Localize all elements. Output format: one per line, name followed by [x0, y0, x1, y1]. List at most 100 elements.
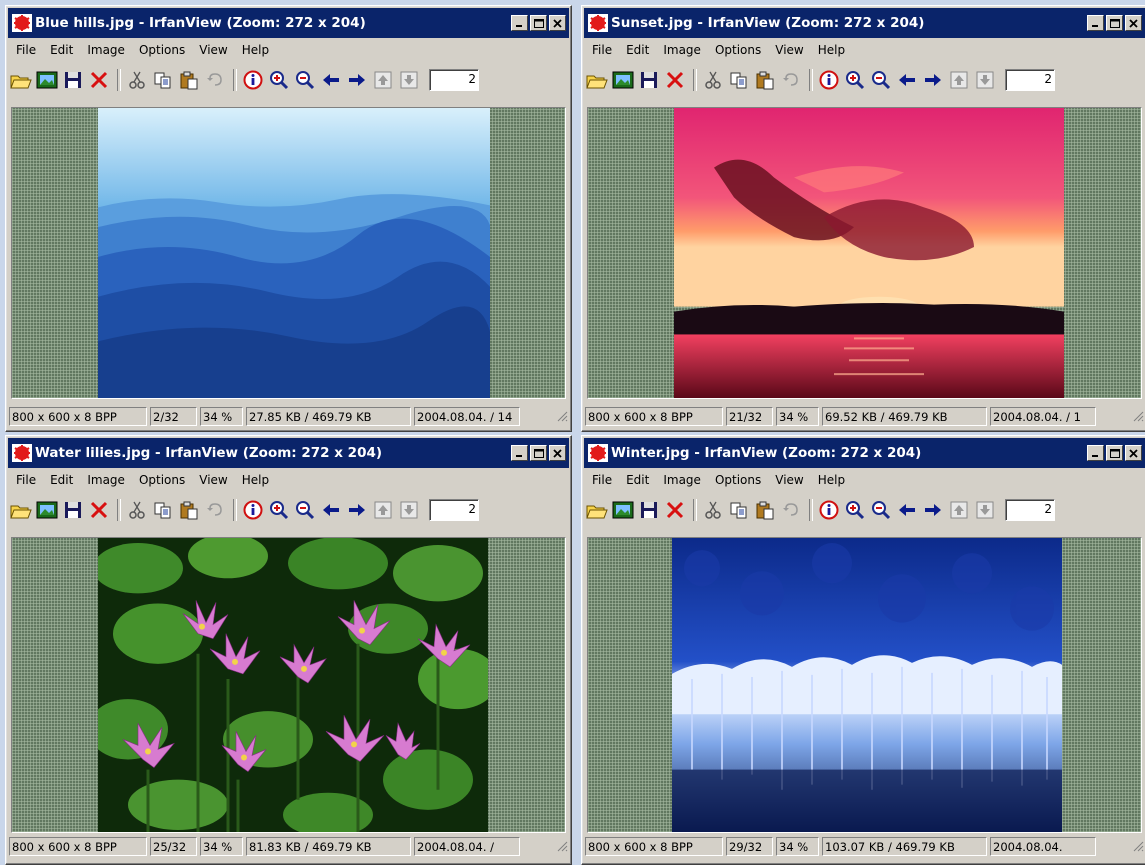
next-button[interactable]	[345, 68, 369, 92]
menu-file[interactable]: File	[9, 43, 43, 57]
menu-help[interactable]: Help	[235, 473, 276, 487]
menu-view[interactable]: View	[192, 473, 234, 487]
cut-button[interactable]	[125, 68, 149, 92]
copy-button[interactable]	[727, 498, 751, 522]
open-button[interactable]	[9, 68, 33, 92]
irfanview-app-icon[interactable]	[587, 12, 609, 34]
save-button[interactable]	[61, 68, 85, 92]
copy-button[interactable]	[151, 498, 175, 522]
delete-button[interactable]	[87, 68, 111, 92]
last-file-button[interactable]	[973, 498, 997, 522]
undo-button[interactable]	[779, 498, 803, 522]
info-button[interactable]	[241, 68, 265, 92]
page-number-field[interactable]: 2	[429, 499, 479, 521]
zoom-out-button[interactable]	[293, 68, 317, 92]
open-button[interactable]	[585, 68, 609, 92]
irfanview-app-icon[interactable]	[11, 12, 33, 34]
minimize-button[interactable]	[511, 445, 528, 461]
irfanview-app-icon[interactable]	[11, 442, 33, 464]
title-bar[interactable]: Water lilies.jpg - IrfanView (Zoom: 272 …	[8, 438, 569, 468]
previous-button[interactable]	[319, 68, 343, 92]
undo-button[interactable]	[779, 68, 803, 92]
menu-file[interactable]: File	[585, 43, 619, 57]
menu-options[interactable]: Options	[708, 43, 768, 57]
close-button[interactable]	[1125, 445, 1142, 461]
first-file-button[interactable]	[947, 68, 971, 92]
close-button[interactable]	[1125, 15, 1142, 31]
copy-button[interactable]	[727, 68, 751, 92]
menu-file[interactable]: File	[9, 473, 43, 487]
zoom-out-button[interactable]	[869, 68, 893, 92]
menu-image[interactable]: Image	[656, 43, 708, 57]
page-number-field[interactable]: 2	[429, 69, 479, 91]
zoom-in-button[interactable]	[267, 68, 291, 92]
menu-view[interactable]: View	[768, 473, 810, 487]
menu-help[interactable]: Help	[811, 473, 852, 487]
paste-button[interactable]	[177, 68, 201, 92]
paste-button[interactable]	[177, 498, 201, 522]
first-file-button[interactable]	[371, 68, 395, 92]
maximize-button[interactable]	[530, 15, 547, 31]
image-viewport[interactable]	[587, 107, 1142, 399]
next-button[interactable]	[345, 498, 369, 522]
irfanview-app-icon[interactable]	[587, 442, 609, 464]
zoom-in-button[interactable]	[843, 68, 867, 92]
next-button[interactable]	[921, 498, 945, 522]
last-file-button[interactable]	[397, 498, 421, 522]
irfanview-window-water-lilies[interactable]: Water lilies.jpg - IrfanView (Zoom: 272 …	[5, 435, 572, 865]
resize-grip-icon[interactable]	[1132, 410, 1144, 422]
last-file-button[interactable]	[397, 68, 421, 92]
irfanview-window-winter[interactable]: Winter.jpg - IrfanView (Zoom: 272 x 204)…	[581, 435, 1145, 865]
previous-button[interactable]	[319, 498, 343, 522]
resize-grip-icon[interactable]	[556, 410, 568, 422]
menu-help[interactable]: Help	[811, 43, 852, 57]
close-button[interactable]	[549, 15, 566, 31]
minimize-button[interactable]	[511, 15, 528, 31]
menu-options[interactable]: Options	[132, 473, 192, 487]
cut-button[interactable]	[701, 498, 725, 522]
delete-button[interactable]	[87, 498, 111, 522]
title-bar[interactable]: Winter.jpg - IrfanView (Zoom: 272 x 204)	[584, 438, 1145, 468]
info-button[interactable]	[817, 68, 841, 92]
slideshow-button[interactable]	[35, 498, 59, 522]
irfanview-window-sunset[interactable]: Sunset.jpg - IrfanView (Zoom: 272 x 204)…	[581, 5, 1145, 432]
maximize-button[interactable]	[1106, 15, 1123, 31]
open-button[interactable]	[585, 498, 609, 522]
zoom-in-button[interactable]	[267, 498, 291, 522]
next-button[interactable]	[921, 68, 945, 92]
first-file-button[interactable]	[947, 498, 971, 522]
menu-options[interactable]: Options	[708, 473, 768, 487]
menu-help[interactable]: Help	[235, 43, 276, 57]
image-viewport[interactable]	[587, 537, 1142, 833]
save-button[interactable]	[637, 498, 661, 522]
minimize-button[interactable]	[1087, 445, 1104, 461]
menu-edit[interactable]: Edit	[619, 43, 656, 57]
page-number-field[interactable]: 2	[1005, 499, 1055, 521]
cut-button[interactable]	[125, 498, 149, 522]
title-bar[interactable]: Sunset.jpg - IrfanView (Zoom: 272 x 204)	[584, 8, 1145, 38]
info-button[interactable]	[241, 498, 265, 522]
slideshow-button[interactable]	[611, 498, 635, 522]
menu-options[interactable]: Options	[132, 43, 192, 57]
maximize-button[interactable]	[530, 445, 547, 461]
slideshow-button[interactable]	[35, 68, 59, 92]
minimize-button[interactable]	[1087, 15, 1104, 31]
cut-button[interactable]	[701, 68, 725, 92]
menu-image[interactable]: Image	[656, 473, 708, 487]
info-button[interactable]	[817, 498, 841, 522]
image-viewport[interactable]	[11, 107, 566, 399]
undo-button[interactable]	[203, 498, 227, 522]
menu-view[interactable]: View	[192, 43, 234, 57]
maximize-button[interactable]	[1106, 445, 1123, 461]
delete-button[interactable]	[663, 68, 687, 92]
paste-button[interactable]	[753, 68, 777, 92]
previous-button[interactable]	[895, 498, 919, 522]
irfanview-window-blue-hills[interactable]: Blue hills.jpg - IrfanView (Zoom: 272 x …	[5, 5, 572, 432]
slideshow-button[interactable]	[611, 68, 635, 92]
menu-image[interactable]: Image	[80, 43, 132, 57]
save-button[interactable]	[637, 68, 661, 92]
resize-grip-icon[interactable]	[1132, 840, 1144, 852]
last-file-button[interactable]	[973, 68, 997, 92]
menu-file[interactable]: File	[585, 473, 619, 487]
menu-view[interactable]: View	[768, 43, 810, 57]
